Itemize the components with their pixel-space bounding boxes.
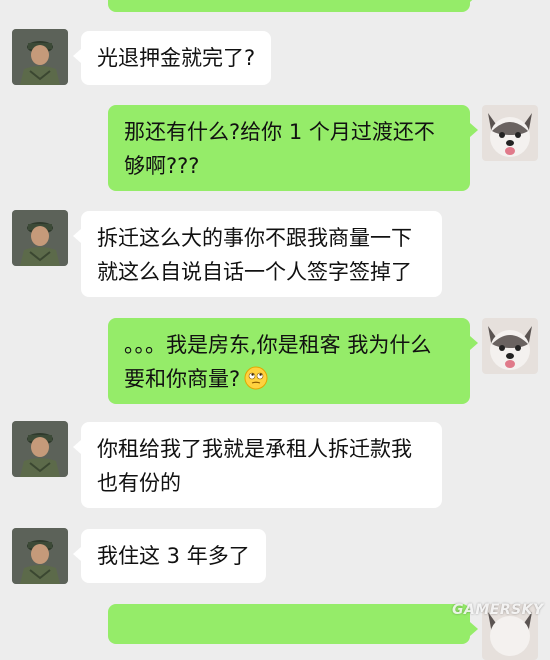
message-bubble-incoming[interactable]: 我住这 3 年多了 xyxy=(73,529,266,583)
message-text-line-1: 拆迁这么大的事你不跟我商量一下 xyxy=(97,226,412,250)
husky-dog-avatar-icon xyxy=(482,318,538,374)
soldier-avatar-icon xyxy=(12,210,68,266)
message-text: 光退押金就完了? xyxy=(97,46,256,70)
message-bubble-incoming[interactable]: 拆迁这么大的事你不跟我商量一下 就这么自说自话一个人签字签掉了 xyxy=(73,211,442,297)
husky-dog-avatar-icon xyxy=(482,105,538,161)
message-bubble-outgoing[interactable]: 。。。我是房东,你是租客 我为什么 要和你商量? xyxy=(108,318,478,404)
message-text: 我住这 3 年多了 xyxy=(97,544,250,568)
soldier-avatar-icon xyxy=(12,421,68,477)
soldier-avatar-icon xyxy=(12,29,68,85)
message-text-line-2: 够啊??? xyxy=(124,154,200,178)
message-bubble-outgoing-partial-bottom[interactable] xyxy=(108,604,478,644)
contact-avatar[interactable] xyxy=(12,210,68,266)
soldier-avatar-icon xyxy=(12,528,68,584)
message-text: 要和你商量? xyxy=(124,367,241,391)
message-text-line-1: 你租给我了我就是承租人拆迁款我 xyxy=(97,437,412,461)
contact-avatar[interactable] xyxy=(12,29,68,85)
message-text-line-1: 那还有什么?给你 1 个月过渡还不 xyxy=(124,120,435,144)
contact-avatar[interactable] xyxy=(12,528,68,584)
message-text-line-2: 也有份的 xyxy=(97,471,181,495)
message-bubble-outgoing[interactable]: 那还有什么?给你 1 个月过渡还不 够啊??? xyxy=(108,105,478,191)
contact-avatar[interactable] xyxy=(12,421,68,477)
message-bubble-outgoing-partial-top[interactable] xyxy=(108,0,478,12)
message-text-line-2: 要和你商量? xyxy=(124,362,454,396)
rolling-eyes-emoji-icon xyxy=(244,366,268,390)
message-bubble-incoming[interactable]: 光退押金就完了? xyxy=(72,31,272,85)
message-text-line-2: 就这么自说自话一个人签字签掉了 xyxy=(97,260,412,284)
self-avatar[interactable] xyxy=(482,318,538,374)
message-text-line-1: 。。。我是房东,你是租客 我为什么 xyxy=(124,333,432,357)
message-bubble-incoming[interactable]: 你租给我了我就是承租人拆迁款我 也有份的 xyxy=(73,422,442,508)
self-avatar[interactable] xyxy=(482,105,538,161)
watermark: GAMERSKY xyxy=(452,602,544,618)
